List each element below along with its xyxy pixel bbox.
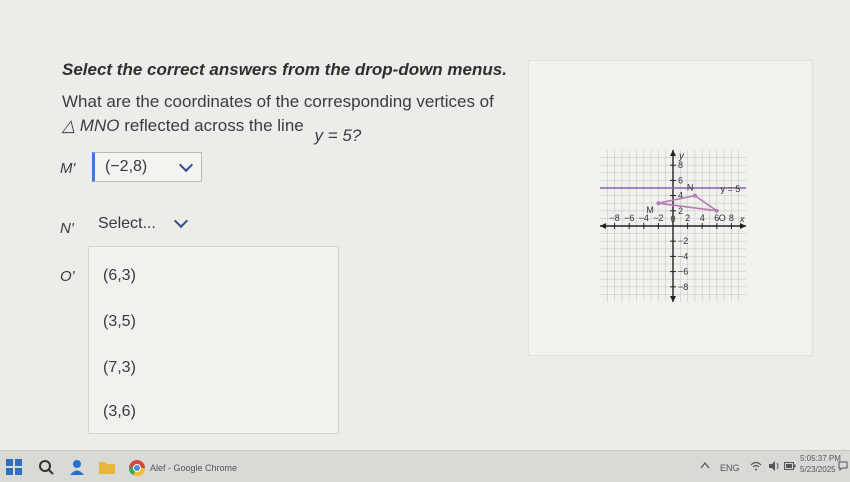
search-icon[interactable] bbox=[38, 459, 54, 475]
coordinate-plane: xy−8 −6 −4 −2 0 2 4 6 88642−2−4−6−8y = 5MNO bbox=[528, 60, 813, 356]
n-prime-dropdown[interactable]: Select... bbox=[92, 209, 192, 239]
wifi-icon[interactable] bbox=[750, 461, 762, 471]
volume-icon[interactable] bbox=[768, 461, 780, 471]
dropdown-option[interactable]: (6,3) bbox=[103, 267, 136, 285]
chrome-icon[interactable] bbox=[128, 459, 146, 477]
x-tick-label: 8 bbox=[729, 213, 734, 223]
x-tick-label: −2 bbox=[653, 213, 663, 223]
x-tick-label: 0 bbox=[670, 214, 675, 224]
chevron-down-icon bbox=[173, 213, 189, 229]
vertex-point bbox=[692, 193, 697, 198]
y-tick-label: −2 bbox=[678, 236, 688, 246]
notification-icon[interactable] bbox=[838, 461, 848, 471]
reflection-line-equation: y = 5? bbox=[314, 126, 362, 145]
x-axis-label: x bbox=[739, 214, 745, 224]
clock-time[interactable]: 5:05:37 PM bbox=[800, 454, 841, 463]
people-icon[interactable] bbox=[68, 459, 86, 475]
question-panel: Select the correct answers from the drop… bbox=[0, 0, 850, 450]
x-tick-label: 2 bbox=[685, 213, 690, 223]
dropdown-option[interactable]: (7,3) bbox=[103, 359, 136, 377]
question-text-line1: What are the coordinates of the correspo… bbox=[62, 92, 494, 111]
y-tick-label: −6 bbox=[678, 267, 688, 277]
m-prime-dropdown[interactable]: (−2,8) bbox=[92, 152, 202, 182]
question-text-line2: △ MNO reflected across the line y = 5? bbox=[62, 116, 361, 145]
battery-icon[interactable] bbox=[784, 462, 796, 470]
taskbar-app-label[interactable]: Alef - Google Chrome bbox=[150, 463, 237, 473]
clock-date[interactable]: 5/23/2025 bbox=[800, 465, 836, 474]
chevron-up-icon[interactable] bbox=[700, 461, 710, 469]
vertex-point bbox=[656, 201, 661, 206]
language-indicator[interactable]: ENG bbox=[720, 463, 740, 473]
y-tick-label: 8 bbox=[678, 160, 683, 170]
question-text-mid: reflected across the line bbox=[119, 116, 309, 135]
triangle-label: △ MNO bbox=[62, 116, 120, 135]
n-prime-selected-value: Select... bbox=[98, 215, 156, 232]
vertex-label: M bbox=[646, 205, 654, 215]
vertex-label-n-prime: N' bbox=[60, 220, 74, 237]
vertex-label: O bbox=[719, 213, 726, 223]
reflection-line-label: y = 5 bbox=[720, 184, 740, 194]
x-tick-label: −6 bbox=[624, 213, 634, 223]
x-tick-label: −8 bbox=[609, 213, 619, 223]
m-prime-selected-value: (−2,8) bbox=[105, 158, 148, 175]
vertex-label-o-prime: O' bbox=[60, 268, 75, 285]
dropdown-option[interactable]: (3,5) bbox=[103, 313, 136, 331]
dropdown-options-menu: (6,3) (3,5) (7,3) (3,6) bbox=[88, 246, 339, 434]
y-tick-label: 6 bbox=[678, 175, 683, 185]
y-tick-label: −8 bbox=[678, 282, 688, 292]
graph-background bbox=[528, 60, 813, 356]
dropdown-option[interactable]: (3,6) bbox=[103, 403, 136, 421]
folder-icon[interactable] bbox=[98, 459, 116, 475]
vertex-label-m-prime: M' bbox=[60, 160, 76, 177]
vertex-label: N bbox=[687, 183, 694, 193]
instructions-title: Select the correct answers from the drop… bbox=[62, 60, 507, 79]
taskbar: Alef - Google Chrome ENG 5:05:37 PM 5/23… bbox=[0, 450, 850, 482]
x-tick-label: 4 bbox=[700, 213, 705, 223]
windows-start-icon[interactable] bbox=[6, 459, 22, 475]
y-tick-label: 2 bbox=[678, 206, 683, 216]
chevron-down-icon bbox=[178, 157, 194, 173]
y-tick-label: −4 bbox=[678, 251, 688, 261]
